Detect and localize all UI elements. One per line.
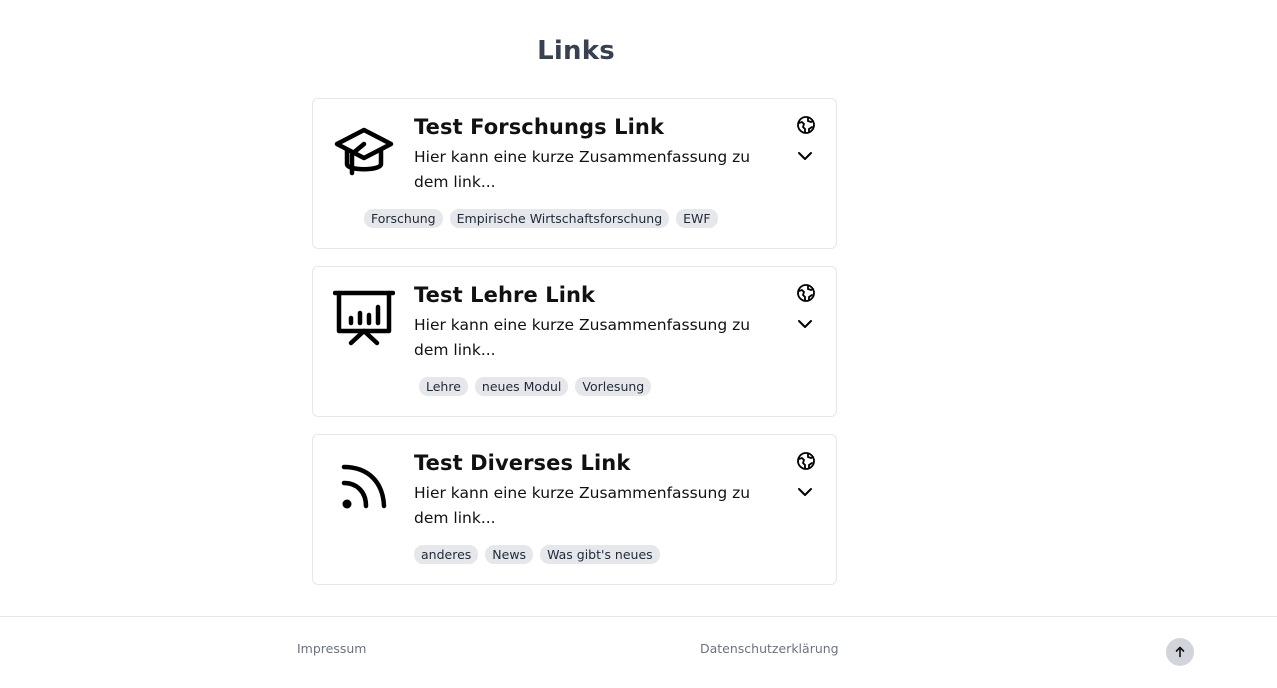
tag-list: Forschung Empirische Wirtschaftsforschun… bbox=[364, 209, 718, 228]
footer: Impressum Datenschutzerklärung bbox=[0, 616, 1277, 688]
link-title[interactable]: Test Diverses Link bbox=[414, 451, 630, 475]
tag[interactable]: Empirische Wirtschaftsforschung bbox=[449, 209, 670, 228]
tag[interactable]: Was gibt's neues bbox=[540, 545, 660, 564]
presentation-chart-icon bbox=[332, 289, 396, 351]
tag-list: Lehre neues Modul Vorlesung bbox=[419, 377, 652, 396]
globe-icon[interactable] bbox=[796, 451, 816, 471]
chevron-down-icon[interactable] bbox=[796, 315, 814, 333]
link-summary: Hier kann eine kurze Zusammenfassung zu … bbox=[414, 316, 751, 359]
arrow-up-icon bbox=[1174, 643, 1186, 662]
rss-icon bbox=[333, 457, 395, 519]
tag[interactable]: neues Modul bbox=[474, 377, 569, 396]
datenschutz-link[interactable]: Datenschutzerklärung bbox=[700, 641, 839, 656]
tag[interactable]: anderes bbox=[414, 545, 479, 564]
page-title: Links bbox=[537, 36, 615, 66]
link-card[interactable]: Test Lehre Link Hier kann eine kurze Zus… bbox=[312, 266, 837, 417]
chevron-down-icon[interactable] bbox=[796, 483, 814, 501]
link-card[interactable]: Test Diverses Link Hier kann eine kurze … bbox=[312, 434, 837, 585]
link-summary: Hier kann eine kurze Zusammenfassung zu … bbox=[414, 484, 751, 527]
tag-list: anderes News Was gibt's neues bbox=[414, 545, 660, 564]
globe-icon[interactable] bbox=[796, 283, 816, 303]
link-title[interactable]: Test Lehre Link bbox=[414, 283, 595, 307]
link-summary: Hier kann eine kurze Zusammenfassung zu … bbox=[414, 148, 751, 191]
tag[interactable]: News bbox=[485, 545, 534, 564]
graduation-cap-icon bbox=[333, 121, 395, 183]
tag[interactable]: Forschung bbox=[364, 209, 443, 228]
link-card[interactable]: Test Forschungs Link Hier kann eine kurz… bbox=[312, 98, 837, 249]
tag[interactable]: Lehre bbox=[419, 377, 468, 396]
tag[interactable]: Vorlesung bbox=[575, 377, 652, 396]
chevron-down-icon[interactable] bbox=[796, 147, 814, 165]
impressum-link[interactable]: Impressum bbox=[297, 641, 366, 656]
globe-icon[interactable] bbox=[796, 115, 816, 135]
tag[interactable]: EWF bbox=[676, 209, 718, 228]
scroll-to-top-button[interactable] bbox=[1166, 638, 1194, 666]
link-title[interactable]: Test Forschungs Link bbox=[414, 115, 664, 139]
